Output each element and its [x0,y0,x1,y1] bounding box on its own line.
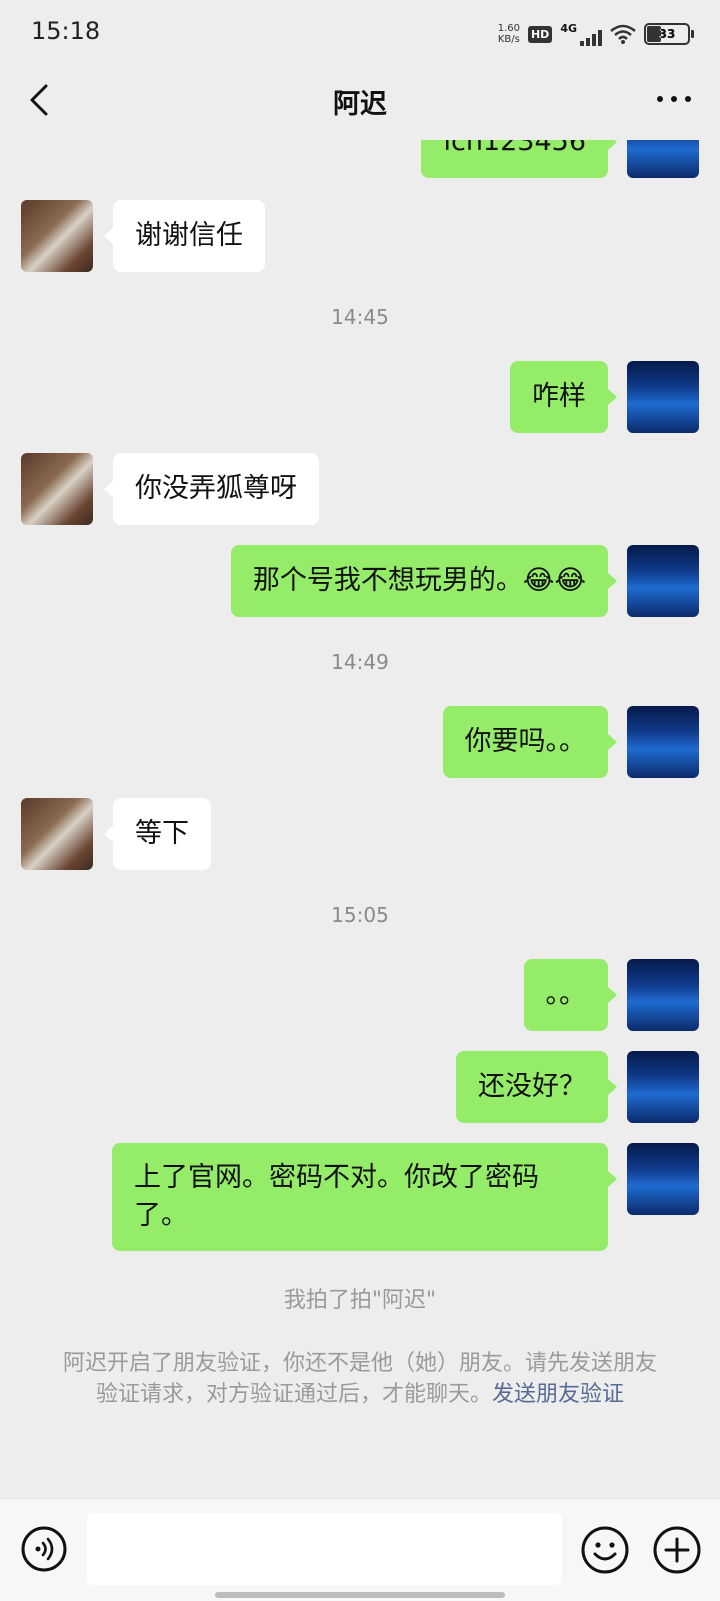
more-dots-icon[interactable] [654,84,694,114]
send-verification-link[interactable]: 发送朋友验证 [492,1382,624,1407]
friend-verification-notice: 阿迟开启了朋友验证，你还不是他（她）朋友。请先发送朋友验证请求，对方验证通过后，… [60,1348,660,1410]
contact-avatar[interactable] [21,798,93,870]
message-bubble-other[interactable]: 等下 [104,798,211,870]
message-bubble-self[interactable]: 咋样 [510,361,617,433]
message-input[interactable] [87,1513,562,1585]
self-avatar[interactable] [627,140,699,178]
message-bubble-self[interactable]: lch123456 [421,140,617,178]
self-avatar[interactable] [627,545,699,617]
net-speed: 1.60 KB/s [497,23,520,45]
message-bubble-self[interactable]: 那个号我不想玩男的。😂😂 [230,545,618,617]
status-bar: 15:18 1.60 KB/s HD 4G 33 [0,0,720,64]
message-bubble-self[interactable]: 。。 [523,959,617,1031]
message-bubble-other[interactable]: 你没弄狐尊呀 [104,453,319,525]
self-avatar[interactable] [627,706,699,778]
message-bubble-self[interactable]: 上了官网。密码不对。你改了密码了。 [112,1143,617,1251]
contact-avatar[interactable] [21,200,93,272]
timestamp: 14:49 [331,650,389,674]
voice-icon[interactable] [20,1525,68,1573]
status-time: 15:18 [31,17,101,45]
chat-title: 阿迟 [333,89,387,120]
timestamp: 15:05 [331,903,389,927]
pat-system-message: 我拍了拍"阿迟" [283,1288,437,1313]
message-bubble-other[interactable]: 谢谢信任 [104,200,265,272]
self-avatar[interactable] [627,1143,699,1215]
battery-level: 33 [658,27,676,41]
message-list[interactable]: lch123456 谢谢信任 14:45 咋样 你没弄狐尊呀 那个号我不想玩男的… [0,140,720,1498]
plus-icon[interactable] [652,1525,702,1575]
message-bubble-self[interactable]: 你要吗。。 [442,706,617,778]
contact-avatar[interactable] [21,453,93,525]
self-avatar[interactable] [627,1051,699,1123]
status-icons: 1.60 KB/s HD 4G 33 [497,20,694,48]
input-bar [0,1498,720,1601]
battery-icon: 33 [644,23,694,45]
self-avatar[interactable] [627,959,699,1031]
emoji-icon[interactable] [580,1525,630,1575]
chat-header: 阿迟 [0,64,720,140]
network-type: 4G [560,22,577,35]
hd-icon: HD [527,25,553,43]
timestamp: 14:45 [331,305,389,329]
home-indicator[interactable] [215,1592,505,1598]
self-avatar[interactable] [627,361,699,433]
wifi-icon [610,24,636,44]
signal-icon: 4G [560,22,602,46]
message-bubble-self[interactable]: 还没好？ [456,1051,617,1123]
